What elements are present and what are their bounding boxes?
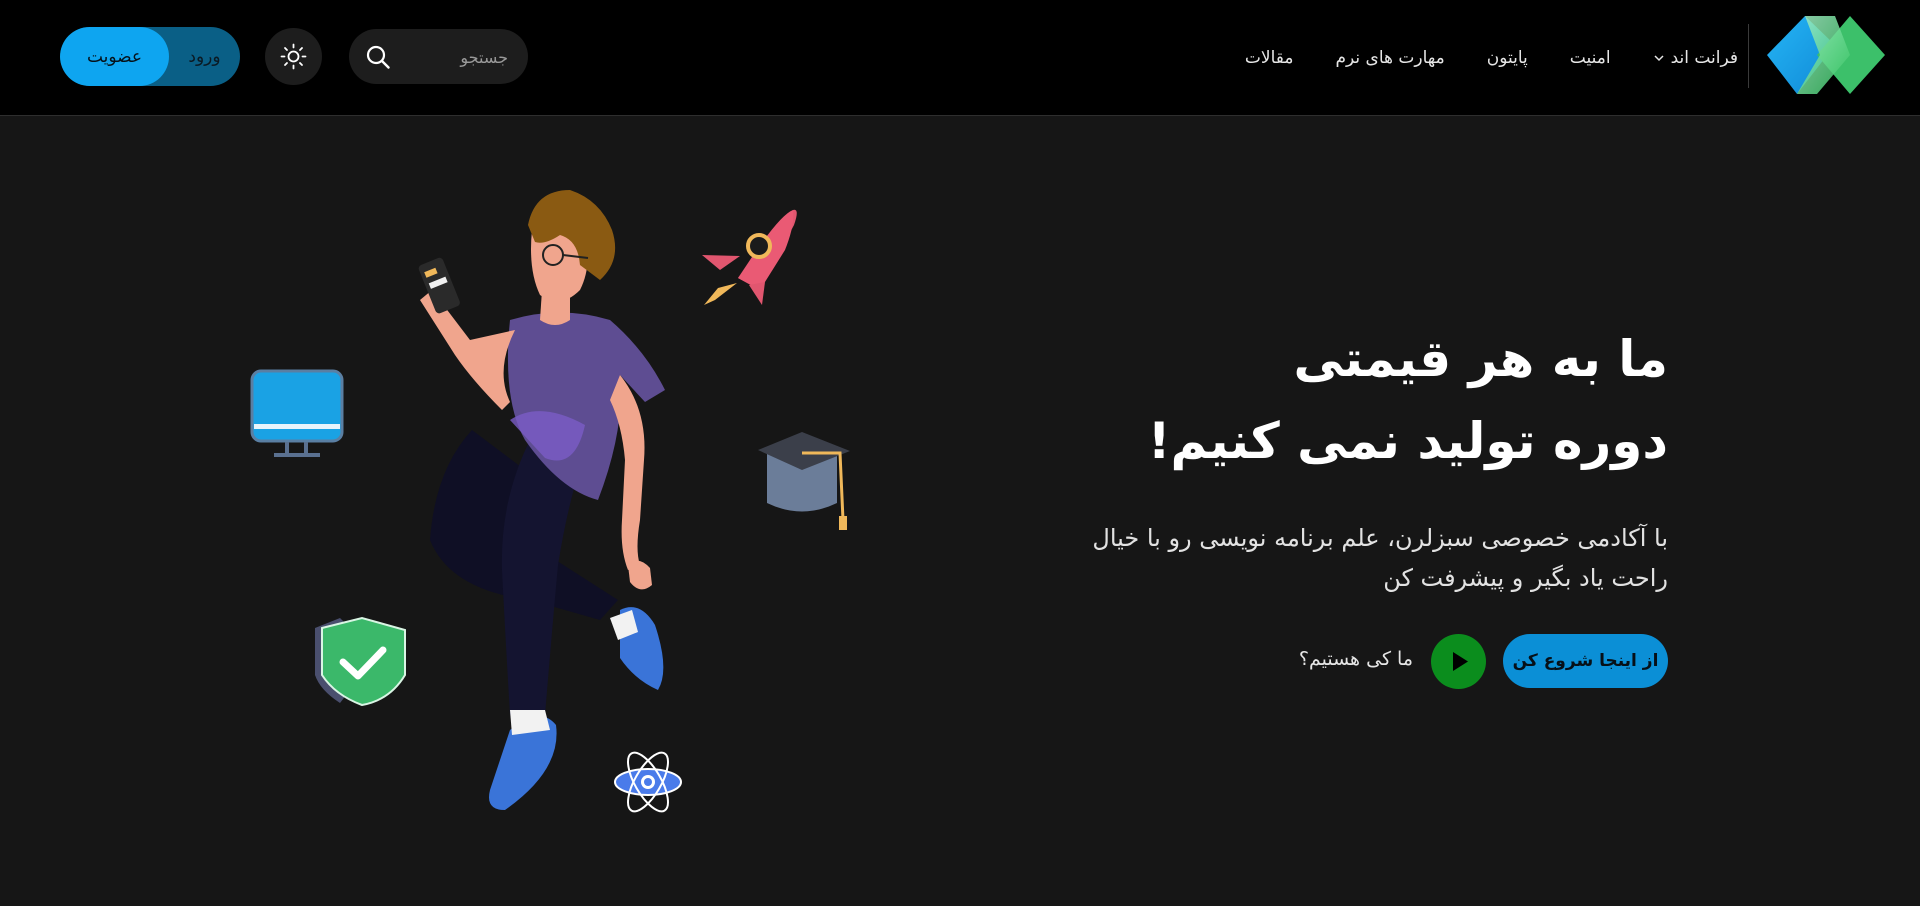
- hero-title-line: دوره تولید نمی کنیم!: [1147, 412, 1668, 470]
- nav-item-label: پایتون: [1486, 48, 1528, 68]
- site-header: فرانت اند امنیت پایتون مهارت های نرم مقا…: [0, 0, 1920, 116]
- signup-button[interactable]: عضویت: [60, 27, 169, 86]
- hero-description-line: با آکادمی خصوصی سبزلرن، علم برنامه نویسی…: [1092, 524, 1668, 552]
- play-video-button[interactable]: [1431, 634, 1486, 689]
- nav-item-frontend[interactable]: فرانت اند: [1653, 48, 1738, 68]
- nav-item-soft-skills[interactable]: مهارت های نرم: [1335, 48, 1444, 68]
- sabzlearn-logo-icon[interactable]: [1765, 14, 1887, 96]
- login-button[interactable]: ورود: [169, 27, 240, 86]
- search-box: [349, 29, 528, 86]
- auth-buttons: عضویت ورود: [60, 27, 240, 86]
- graduation-cap-icon: [758, 432, 850, 530]
- nav-item-python[interactable]: پایتون: [1487, 48, 1528, 68]
- hero-title: ما به هر قیمتی دوره تولید نمی کنیم!: [968, 318, 1668, 482]
- who-are-we-link[interactable]: ما کی هستیم؟: [1299, 648, 1413, 670]
- hero-description-line: راحت یاد بگیر و پیشرفت کن: [1383, 564, 1668, 592]
- nav-item-label: مهارت های نرم: [1335, 48, 1445, 68]
- hero-illustration: [250, 190, 850, 813]
- main-nav: فرانت اند امنیت پایتون مهارت های نرم مقا…: [1245, 35, 1738, 81]
- search-icon[interactable]: [365, 44, 391, 70]
- atom-icon: [614, 751, 682, 813]
- nav-item-label: مقالات: [1244, 48, 1294, 68]
- search-input[interactable]: [406, 29, 510, 86]
- hero-title-line: ما به هر قیمتی: [1293, 330, 1669, 388]
- person-with-phone-illustration: [418, 190, 665, 810]
- nav-item-label: امنیت: [1569, 48, 1611, 68]
- nav-item-articles[interactable]: مقالات: [1245, 48, 1294, 68]
- theme-toggle-button[interactable]: [265, 28, 322, 85]
- nav-item-security[interactable]: امنیت: [1570, 48, 1611, 68]
- play-icon: [1453, 652, 1468, 671]
- hero-actions: از اینجا شروع کن ما کی هستیم؟: [1268, 634, 1668, 690]
- rocket-icon: [702, 209, 797, 305]
- shield-check-icon: [315, 616, 406, 707]
- logo-divider: [1748, 24, 1749, 88]
- start-here-button[interactable]: از اینجا شروع کن: [1503, 634, 1668, 688]
- hero-description: با آکادمی خصوصی سبزلرن، علم برنامه نویسی…: [1008, 518, 1668, 598]
- nav-item-label: فرانت اند: [1670, 48, 1738, 68]
- monitor-icon: [250, 369, 344, 457]
- sun-icon: [280, 43, 307, 70]
- chevron-down-icon: [1654, 55, 1664, 62]
